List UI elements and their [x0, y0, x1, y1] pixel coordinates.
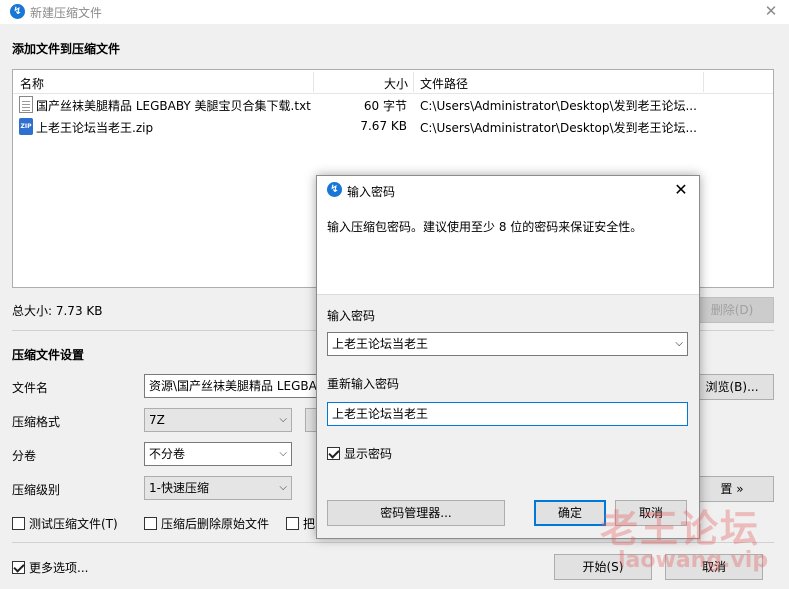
confirm-password-label: 重新输入密码 [327, 377, 400, 391]
checkbox-label: 测试压缩文件(T) [29, 517, 118, 531]
split-select[interactable]: 不分卷 ⌵ [144, 442, 292, 466]
show-password-checkbox[interactable]: 显示密码 [327, 445, 392, 462]
table-row[interactable]: ZIP 上老王论坛当老王.zip 7.67 KB C:\Users\Admini… [13, 116, 773, 137]
file-size: 7.67 KB [360, 119, 407, 133]
app-logo-icon: ↯ [327, 182, 342, 197]
file-size: 60 字节 [363, 99, 407, 113]
window-title: 新建压缩文件 [30, 6, 103, 20]
browse-button[interactable]: 浏览(B)... [690, 374, 774, 400]
password-label: 输入密码 [327, 309, 376, 323]
file-name: 国产丝袜美腿精品 LEGBABY 美腿宝贝合集下载.txt [36, 99, 311, 113]
file-name: 上老王论坛当老王.zip [36, 121, 154, 135]
file-path: C:\Users\Administrator\Desktop\发到老王论坛... [420, 99, 697, 113]
password-input[interactable]: 上老王论坛当老王 ⌵ [327, 332, 688, 356]
checkbox-box[interactable] [144, 517, 157, 530]
watermark-url: laowang.vip [618, 548, 769, 573]
level-select[interactable]: 1-快速压缩 ⌵ [144, 476, 292, 500]
total-size: 总大小: 7.73 KB [12, 304, 103, 318]
format-select[interactable]: 7Z ⌵ [144, 408, 292, 432]
main-titlebar: ↯ 新建压缩文件 ✕ [0, 0, 789, 24]
file-list-header: 名称 大小 文件路径 [13, 70, 773, 94]
file-path: C:\Users\Administrator\Desktop\发到老王论坛... [420, 121, 697, 135]
dialog-title: 输入密码 [347, 185, 396, 199]
checkbox-box[interactable] [327, 447, 340, 460]
dialog-description: 输入压缩包密码。建议使用至少 8 位的密码来保证安全性。 [327, 220, 643, 234]
column-divider[interactable] [413, 72, 414, 92]
format-value: 7Z [149, 413, 165, 427]
close-icon[interactable]: ✕ [671, 180, 691, 199]
column-size-header[interactable]: 大小 [384, 75, 408, 92]
confirm-password-input[interactable]: 上老王论坛当老王 [327, 402, 688, 426]
checkbox-label: 把 [303, 517, 316, 531]
close-icon[interactable]: ✕ [761, 2, 781, 20]
level-value: 1-快速压缩 [149, 481, 209, 495]
ok-button[interactable]: 确定 [534, 500, 606, 526]
password-value: 上老王论坛当老王 [332, 337, 429, 351]
password-manager-button[interactable]: 密码管理器... [327, 500, 505, 526]
chevron-down-icon: ⌵ [279, 482, 287, 493]
checkbox-box[interactable] [12, 561, 25, 574]
split-label: 分卷 [12, 449, 37, 463]
zip-file-icon: ZIP [19, 118, 33, 135]
column-divider[interactable] [313, 72, 314, 92]
delete-button[interactable]: 删除(D) [690, 297, 774, 323]
more-options-checkbox[interactable]: 更多选项... [12, 559, 88, 576]
column-path-header[interactable]: 文件路径 [420, 75, 468, 92]
files-section-title: 添加文件到压缩文件 [12, 42, 121, 56]
level-label: 压缩级别 [12, 483, 61, 497]
filename-label: 文件名 [12, 381, 49, 395]
chevron-down-icon: ⌵ [279, 448, 287, 459]
password-dialog: ↯ 输入密码 ✕ 输入压缩包密码。建议使用至少 8 位的密码来保证安全性。 输入… [316, 175, 700, 539]
checkbox-label: 更多选项... [29, 561, 89, 575]
text-file-icon [19, 96, 33, 113]
test-archive-checkbox[interactable]: 测试压缩文件(T) [12, 515, 118, 532]
split-value: 不分卷 [149, 447, 186, 461]
column-name-header[interactable]: 名称 [20, 75, 44, 92]
third-option-checkbox[interactable]: 把 [286, 515, 315, 532]
delete-after-checkbox[interactable]: 压缩后删除原始文件 [144, 515, 269, 532]
checkbox-box[interactable] [286, 517, 299, 530]
filename-field[interactable]: 资源\国产丝袜美腿精品 LEGBA [144, 374, 324, 398]
checkbox-label: 显示密码 [344, 447, 393, 461]
settings-section-title: 压缩文件设置 [12, 348, 85, 362]
format-label: 压缩格式 [12, 415, 61, 429]
column-divider[interactable] [703, 72, 704, 92]
table-row[interactable]: 国产丝袜美腿精品 LEGBABY 美腿宝贝合集下载.txt 60 字节 C:\U… [13, 94, 773, 115]
app-logo-icon: ↯ [10, 4, 25, 19]
checkbox-label: 压缩后删除原始文件 [161, 517, 270, 531]
chevron-down-icon[interactable]: ⌵ [675, 333, 683, 355]
checkbox-box[interactable] [12, 517, 25, 530]
chevron-down-icon: ⌵ [279, 414, 287, 425]
watermark-text: 老王论坛 [600, 507, 761, 551]
